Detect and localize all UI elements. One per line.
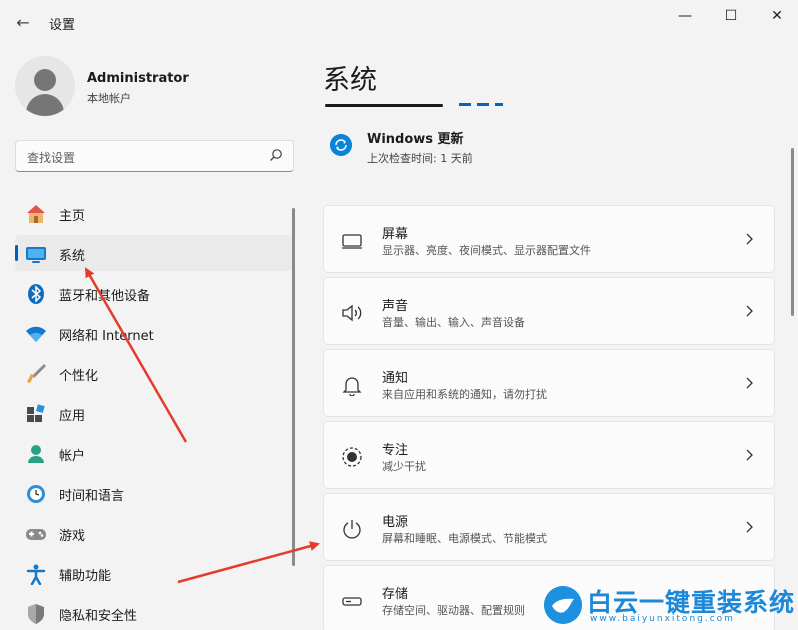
display-icon: [342, 234, 362, 249]
gamepad-icon: [26, 529, 46, 540]
device-link-edge: [459, 103, 503, 106]
main-scrollbar[interactable]: [791, 148, 794, 316]
settings-card-focus[interactable]: 专注 减少干扰: [323, 421, 775, 489]
sidebar-item-personalization[interactable]: 个性化: [15, 355, 292, 391]
sidebar-item-accounts[interactable]: 帐户: [15, 435, 292, 471]
sidebar-item-label: 时间和语言: [59, 489, 125, 504]
settings-card-power[interactable]: 电源 屏幕和睡眠、电源模式、节能模式: [323, 493, 775, 561]
card-subtitle: 显示器、亮度、夜间模式、显示器配置文件: [382, 244, 591, 257]
card-subtitle: 屏幕和睡眠、电源模式、节能模式: [382, 532, 547, 545]
shield-icon: [28, 604, 44, 624]
sidebar-item-network[interactable]: 网络和 Internet: [15, 315, 292, 351]
search-icon[interactable]: [269, 148, 283, 162]
focus-icon: [342, 447, 362, 467]
sidebar-item-bluetooth[interactable]: 蓝牙和其他设备: [15, 275, 292, 311]
sidebar-item-label: 蓝牙和其他设备: [59, 289, 151, 304]
accessibility-icon: [26, 564, 46, 585]
search-placeholder: 查找设置: [27, 151, 76, 165]
sidebar-item-label: 游戏: [59, 529, 86, 544]
sidebar-item-system[interactable]: 系统: [15, 235, 292, 271]
card-subtitle: 存储空间、驱动器、配置规则: [382, 604, 525, 617]
maximize-button[interactable]: ☐: [708, 5, 754, 27]
avatar[interactable]: [15, 56, 75, 116]
profile-account-type: 本地帐户: [87, 92, 131, 105]
sidebar-item-label: 系统: [59, 249, 86, 264]
home-icon: [27, 205, 45, 223]
profile-name: Administrator: [87, 71, 189, 86]
chevron-right-icon: [746, 377, 753, 389]
bluetooth-icon: [28, 284, 44, 304]
card-title: 电源: [382, 515, 409, 530]
chevron-right-icon: [746, 305, 753, 317]
sidebar-scrollbar[interactable]: [292, 208, 295, 566]
title-bar: ← 设置 — ☐ ✕: [0, 0, 798, 44]
card-subtitle: 减少干扰: [382, 460, 426, 473]
sidebar-item-time-language[interactable]: 时间和语言: [15, 475, 292, 511]
search-input[interactable]: 查找设置: [15, 140, 294, 172]
chevron-right-icon: [746, 521, 753, 533]
minimize-button[interactable]: —: [662, 5, 708, 27]
sidebar-item-label: 主页: [59, 209, 86, 224]
storage-icon: [342, 597, 362, 606]
sidebar-item-gaming[interactable]: 游戏: [15, 515, 292, 551]
card-title: 通知: [382, 371, 409, 386]
card-subtitle: 音量、输出、输入、声音设备: [382, 316, 525, 329]
app-title: 设置: [49, 18, 76, 33]
update-subtitle: 上次检查时间: 1 天前: [367, 152, 473, 165]
sidebar-item-apps[interactable]: 应用: [15, 395, 292, 431]
speaker-icon: [342, 304, 362, 322]
sidebar-item-label: 辅助功能: [59, 569, 112, 584]
card-title: 专注: [382, 443, 409, 458]
brush-icon: [27, 364, 46, 383]
bird-logo-icon: [544, 586, 582, 624]
sidebar-item-label: 帐户: [59, 449, 86, 464]
page-title: 系统: [323, 65, 377, 96]
settings-card-sound[interactable]: 声音 音量、输出、输入、声音设备: [323, 277, 775, 345]
chevron-right-icon: [746, 233, 753, 245]
close-button[interactable]: ✕: [754, 5, 798, 27]
active-indicator: [15, 245, 18, 261]
settings-card-display[interactable]: 屏幕 显示器、亮度、夜间模式、显示器配置文件: [323, 205, 775, 273]
sync-icon: [330, 134, 352, 156]
chevron-right-icon: [746, 449, 753, 461]
settings-card-notifications[interactable]: 通知 来自应用和系统的通知，请勿打扰: [323, 349, 775, 417]
sidebar-item-label: 个性化: [59, 369, 99, 384]
sidebar-item-label: 网络和 Internet: [59, 329, 154, 344]
bell-icon: [342, 377, 362, 396]
sidebar-item-label: 应用: [59, 409, 86, 424]
account-icon: [28, 445, 44, 463]
sidebar-item-accessibility[interactable]: 辅助功能: [15, 555, 292, 591]
power-icon: [343, 520, 361, 539]
card-title: 存储: [382, 587, 409, 602]
device-image-edge: [325, 104, 443, 107]
sidebar-item-home[interactable]: 主页: [15, 195, 292, 231]
system-icon: [26, 247, 46, 263]
card-subtitle: 来自应用和系统的通知，请勿打扰: [382, 388, 547, 401]
wifi-icon: [26, 326, 46, 342]
sidebar-item-label: 隐私和安全性: [59, 609, 138, 624]
back-button[interactable]: ←: [12, 12, 34, 34]
apps-icon: [27, 404, 45, 422]
card-title: 声音: [382, 299, 409, 314]
watermark-url: www.baiyunxitong.com: [590, 614, 735, 624]
watermark: 白云一键重装系统 www.baiyunxitong.com: [540, 580, 798, 630]
update-title: Windows 更新: [367, 132, 464, 147]
sidebar-item-privacy[interactable]: 隐私和安全性: [15, 595, 292, 630]
clock-globe-icon: [27, 485, 45, 503]
card-title: 屏幕: [382, 227, 409, 242]
